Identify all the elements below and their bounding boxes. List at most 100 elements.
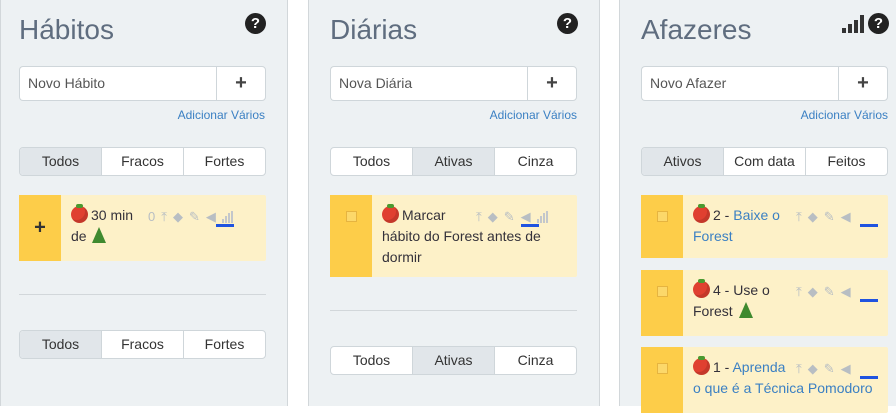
dailies-column: Diárias ? Nova Diária + Adicionar Vários… [308, 0, 600, 406]
challenge-indicator [860, 299, 878, 302]
todo-task-icons: ⤒ ◆ ✎ ◀ [796, 206, 851, 227]
checkbox[interactable] [657, 211, 668, 222]
tab-weak[interactable]: Fracos [102, 148, 184, 175]
tags-icon[interactable]: ◆ [808, 358, 818, 379]
push-to-top-icon[interactable]: ⤒ [161, 206, 167, 227]
tags-icon[interactable]: ◆ [808, 206, 818, 227]
new-todo-input[interactable]: Novo Afazer [641, 66, 838, 101]
todo-checkbox-area[interactable] [641, 270, 683, 336]
todo-checkbox-area[interactable] [641, 347, 683, 413]
push-to-top-icon[interactable]: ⤒ [796, 206, 802, 227]
daily-task-body[interactable]: Marcar hábito do Forest antes de dormir … [372, 195, 577, 277]
todo-task[interactable]: 2 - Baixe o Forest ⤒ ◆ ✎ ◀ [641, 195, 888, 258]
checkbox[interactable] [346, 211, 357, 222]
challenge-indicator [860, 224, 878, 227]
megaphone-icon[interactable]: ◀ [206, 206, 216, 227]
megaphone-icon[interactable]: ◀ [841, 281, 851, 302]
todo-task-body[interactable]: 2 - Baixe o Forest ⤒ ◆ ✎ ◀ [683, 195, 888, 258]
tab-active[interactable]: Ativos [642, 148, 724, 175]
tab-dated[interactable]: Com data [724, 148, 806, 175]
add-multiple-todos-link[interactable]: Adicionar Vários [801, 108, 888, 122]
tab-weak[interactable]: Fracos [102, 331, 184, 358]
habit-text-line1: 30 min [91, 207, 134, 223]
habit-text-line2: de [71, 228, 87, 244]
tab-active[interactable]: Ativas [413, 148, 495, 175]
pencil-icon[interactable]: ✎ [189, 206, 200, 227]
todo-task[interactable]: 1 - Aprenda o que é a Técnica Pomodoro ⤒… [641, 347, 888, 413]
tab-active[interactable]: Ativas [413, 347, 495, 374]
todo-link[interactable]: Aprenda [732, 359, 785, 375]
tab-gray[interactable]: Cinza [495, 347, 576, 374]
todo-task[interactable]: 4 - Use o Forest ⤒ ◆ ✎ ◀ [641, 270, 888, 336]
todo-task-body[interactable]: 4 - Use o Forest ⤒ ◆ ✎ ◀ [683, 270, 888, 336]
todo-link[interactable]: o que é a Técnica Pomodoro [693, 380, 873, 396]
tomato-icon [693, 204, 710, 223]
megaphone-icon[interactable]: ◀ [841, 206, 851, 227]
add-multiple-dailies-link[interactable]: Adicionar Vários [490, 108, 577, 122]
daily-text-line3: dormir [382, 249, 422, 265]
dailies-filter-tabs: Todos Ativas Cinza [330, 147, 577, 176]
daily-checkbox-area[interactable] [330, 195, 372, 277]
habit-task-body[interactable]: 30 min de 0 ⤒ ◆ ✎ ◀ [61, 195, 266, 261]
megaphone-icon[interactable]: ◀ [841, 358, 851, 379]
push-to-top-icon[interactable]: ⤒ [476, 206, 482, 227]
habit-plus-button[interactable]: + [19, 195, 61, 261]
checkbox[interactable] [657, 286, 668, 297]
todo-add-row: Novo Afazer + [641, 66, 888, 101]
tab-all[interactable]: Todos [20, 148, 102, 175]
signal-bars-icon[interactable] [842, 14, 864, 33]
checkbox[interactable] [657, 363, 668, 374]
habits-column: Hábitos ? Novo Hábito + Adicionar Vários… [0, 0, 288, 406]
tomato-icon [693, 356, 710, 375]
tab-done[interactable]: Feitos [806, 148, 887, 175]
add-multiple-habits-link[interactable]: Adicionar Vários [178, 108, 265, 122]
divider [330, 310, 577, 311]
new-daily-input[interactable]: Nova Diária [330, 66, 527, 101]
todo-task-body[interactable]: 1 - Aprenda o que é a Técnica Pomodoro ⤒… [683, 347, 888, 413]
tab-all[interactable]: Todos [331, 347, 413, 374]
tags-icon[interactable]: ◆ [808, 281, 818, 302]
habits-filter-tabs-bottom: Todos Fracos Fortes [19, 330, 266, 359]
habit-task[interactable]: + 30 min de 0 ⤒ ◆ ✎ ◀ [19, 195, 266, 261]
help-icon[interactable]: ? [245, 13, 266, 34]
tab-strong[interactable]: Fortes [184, 148, 265, 175]
pencil-icon[interactable]: ✎ [504, 206, 515, 227]
tags-icon[interactable]: ◆ [488, 206, 498, 227]
pencil-icon[interactable]: ✎ [824, 358, 835, 379]
push-to-top-icon[interactable]: ⤒ [796, 358, 802, 379]
todo-checkbox-area[interactable] [641, 195, 683, 258]
habit-counter: 0 [148, 209, 156, 224]
push-to-top-icon[interactable]: ⤒ [796, 281, 802, 302]
todo-link[interactable]: Baixe o [733, 207, 780, 223]
todo-prefix: 1 - [713, 359, 733, 375]
tags-icon[interactable]: ◆ [173, 206, 183, 227]
add-habit-button[interactable]: + [216, 66, 266, 101]
habits-filter-tabs: Todos Fracos Fortes [19, 147, 266, 176]
plus-icon: + [235, 72, 247, 94]
tomato-icon [71, 204, 88, 223]
habit-add-row: Novo Hábito + [19, 66, 266, 101]
add-daily-button[interactable]: + [527, 66, 577, 101]
daily-task[interactable]: Marcar hábito do Forest antes de dormir … [330, 195, 577, 277]
todo-text: Forest [693, 303, 733, 319]
tab-all[interactable]: Todos [331, 148, 413, 175]
pencil-icon[interactable]: ✎ [824, 206, 835, 227]
signal-bars-icon [221, 210, 233, 223]
challenge-indicator [521, 224, 539, 227]
daily-add-row: Nova Diária + [330, 66, 577, 101]
tree-icon [738, 302, 753, 318]
tab-all[interactable]: Todos [20, 331, 102, 358]
add-todo-button[interactable]: + [838, 66, 888, 101]
help-icon[interactable]: ? [557, 13, 578, 34]
help-icon[interactable]: ? [868, 13, 889, 34]
challenge-indicator [216, 224, 234, 227]
dailies-filter-tabs-bottom: Todos Ativas Cinza [330, 346, 577, 375]
tab-strong[interactable]: Fortes [184, 331, 265, 358]
pencil-icon[interactable]: ✎ [824, 281, 835, 302]
todo-prefix: 4 - Use o [713, 282, 770, 298]
tab-gray[interactable]: Cinza [495, 148, 576, 175]
new-habit-input[interactable]: Novo Hábito [19, 66, 216, 101]
dailies-title: Diárias [330, 14, 418, 45]
todo-link[interactable]: Forest [693, 228, 733, 244]
plus-icon: + [546, 72, 558, 94]
